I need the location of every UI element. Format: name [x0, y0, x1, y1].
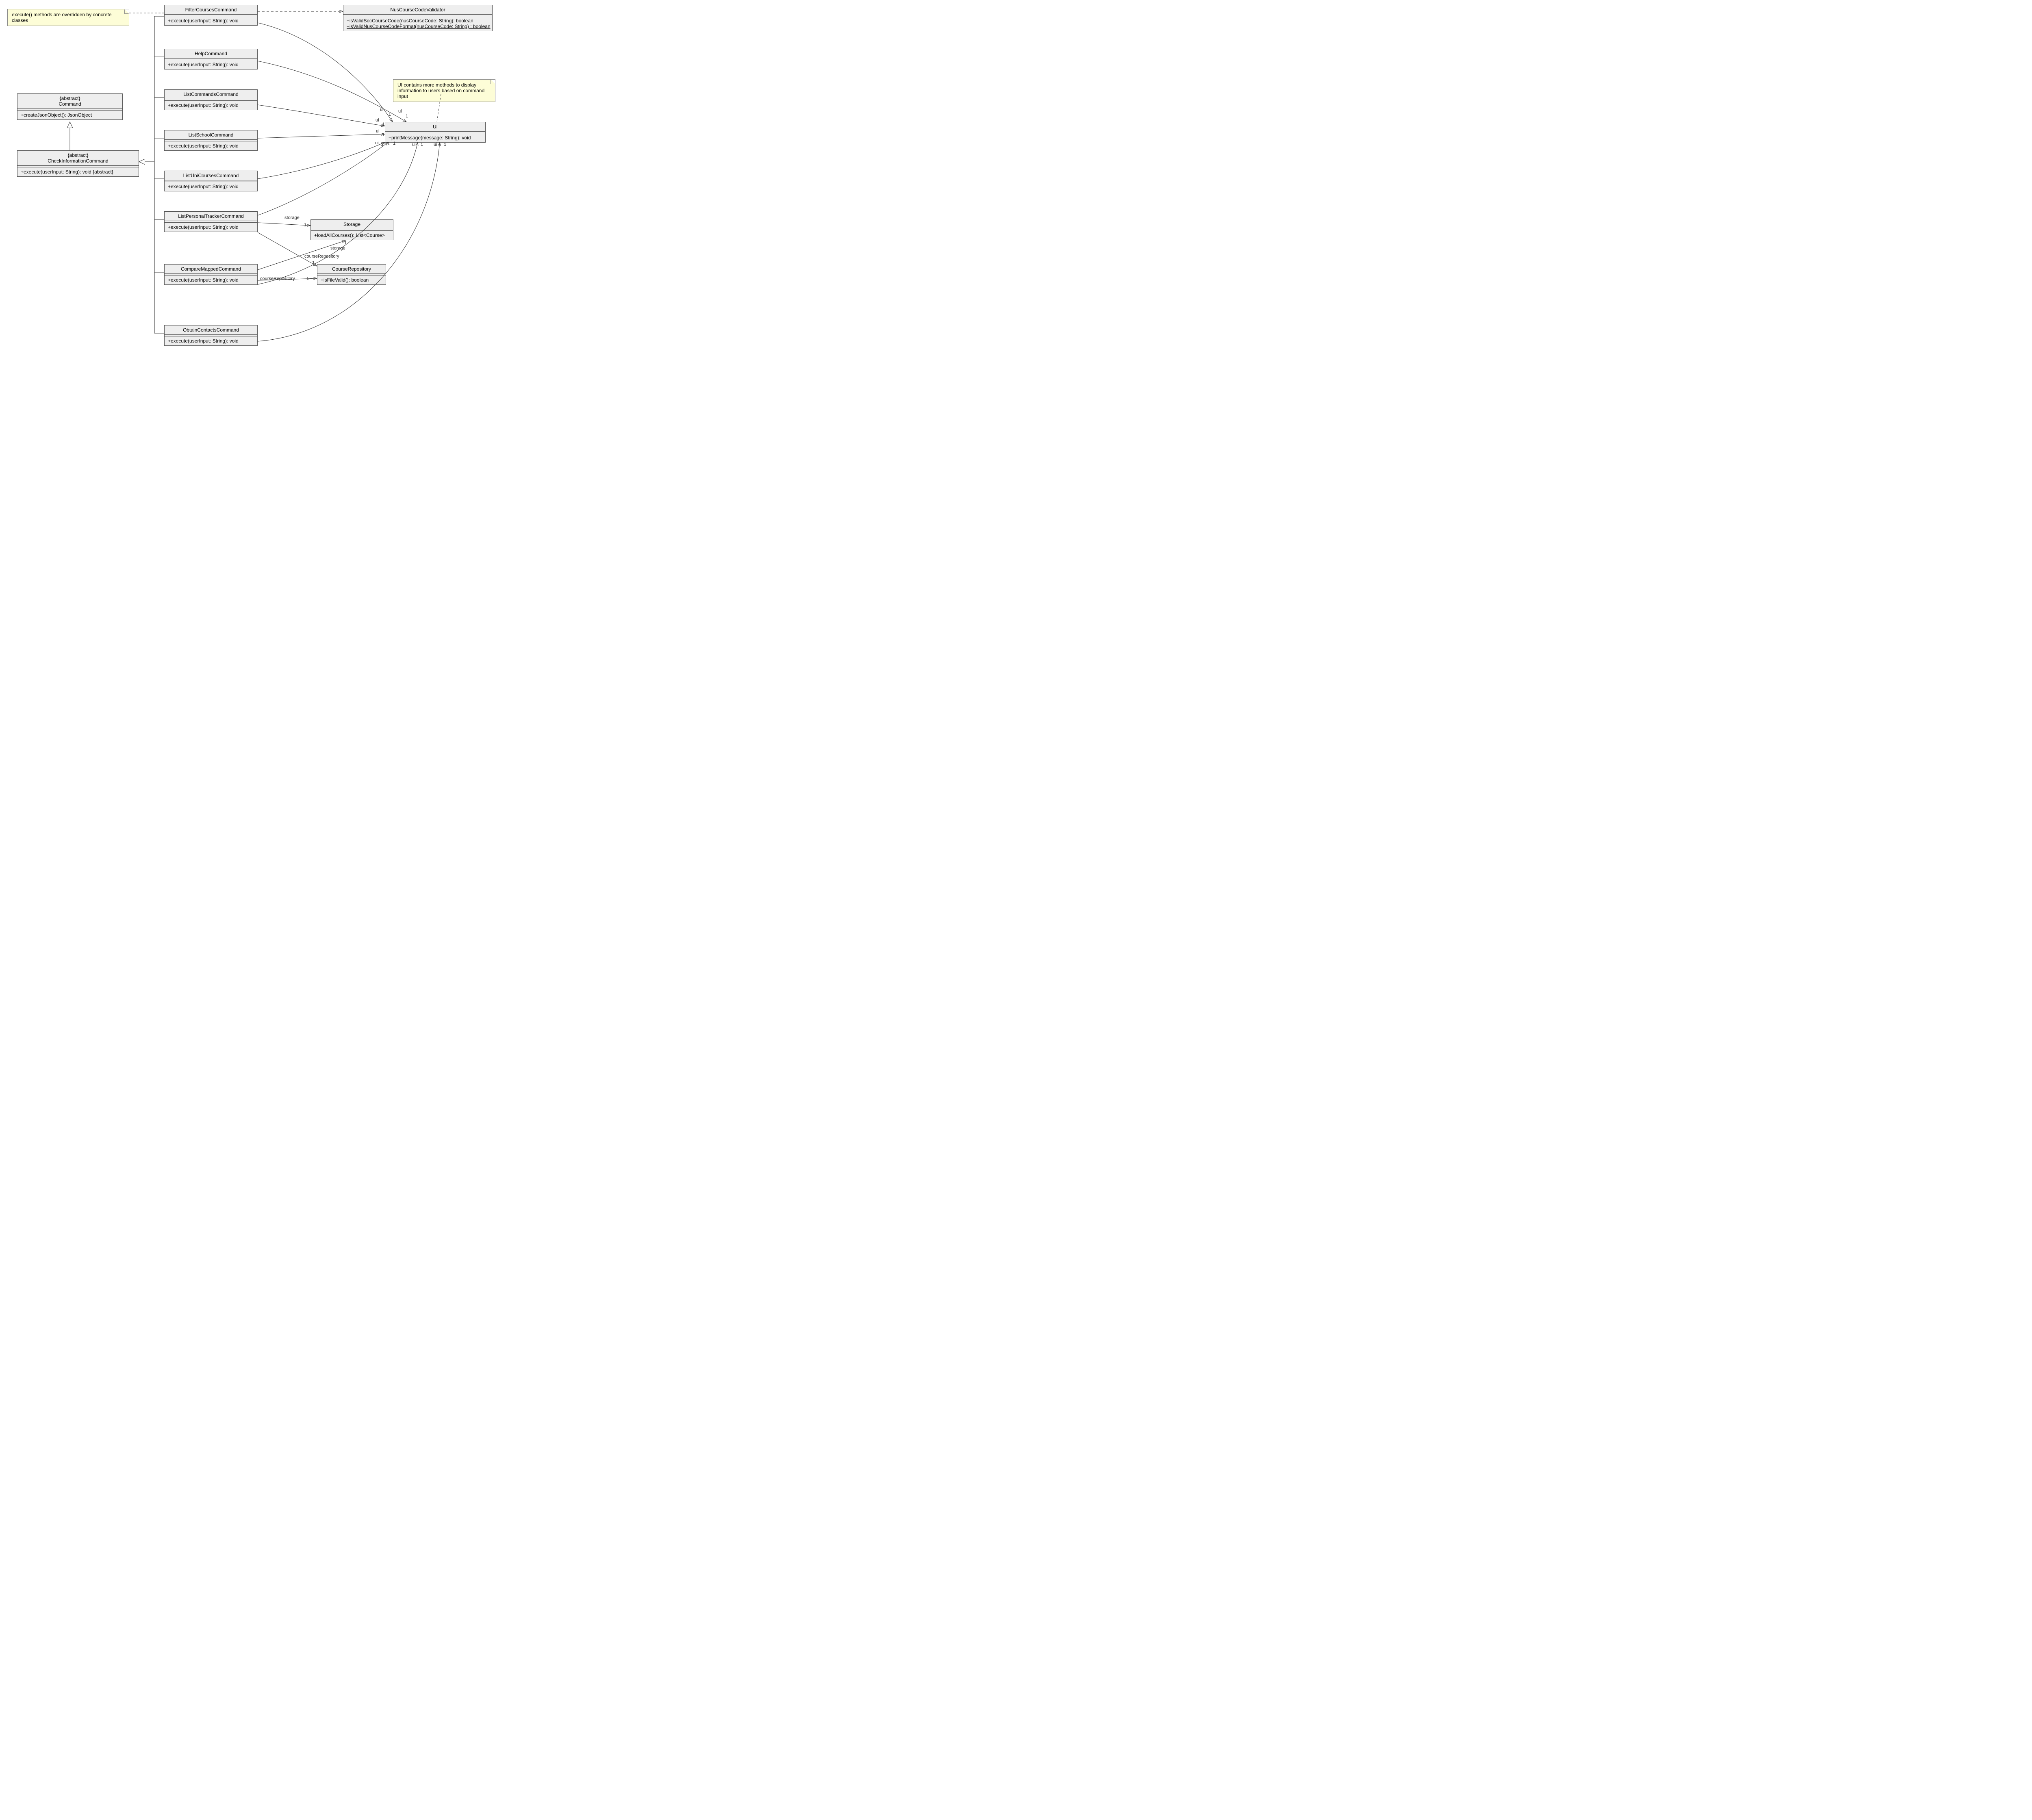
class-body: +execute(userInput: String): void — [165, 223, 257, 232]
class-name: NusCourseCodeValidator — [343, 5, 492, 15]
note-text: execute() methods are overridden by conc… — [12, 12, 111, 23]
class-name: CompareMappedCommand — [165, 265, 257, 274]
class-body: +printMessage(message: String): void — [385, 133, 485, 142]
class-title: {abstract} CheckInformationCommand — [17, 151, 139, 166]
class-name: Storage — [311, 220, 393, 229]
class-name: FilterCoursesCommand — [165, 5, 257, 15]
label-one: 1 — [304, 223, 306, 228]
label-ui: ui — [376, 129, 380, 134]
class-name: ListPersonalTrackerCommand — [165, 212, 257, 221]
label-one: 1 — [421, 142, 423, 147]
note-ui-more: UI contains more methods to display info… — [393, 79, 495, 102]
operation: +execute(userInput: String): void — [168, 338, 254, 344]
class-name: HelpCommand — [165, 49, 257, 59]
class-name: ListSchoolCommand — [165, 130, 257, 140]
label-ui: ui — [375, 141, 379, 145]
operation: +loadAllCourses(): List<Course> — [314, 232, 390, 238]
label-ui: ui — [376, 118, 379, 123]
class-list-uni-courses: ListUniCoursesCommand +execute(userInput… — [164, 171, 258, 191]
label-ui: ui — [434, 142, 437, 147]
class-nus-validator: NusCourseCodeValidator +isValidSocCourse… — [343, 5, 493, 31]
class-command: {abstract} Command +createJsonObject(): … — [17, 93, 123, 120]
operation: +execute(userInput: String): void — [168, 143, 254, 149]
class-name: CheckInformationCommand — [21, 158, 135, 164]
operation: +createJsonObject(): JsonObject — [21, 112, 119, 118]
note-text: UI contains more methods to display info… — [397, 82, 484, 99]
label-one: 1 — [382, 122, 384, 127]
class-name: ObtainContactsCommand — [165, 325, 257, 335]
operation: +execute(userInput: String): void — [168, 18, 254, 24]
label-one: 1 — [306, 276, 309, 281]
class-obtain-contacts: ObtainContactsCommand +execute(userInput… — [164, 325, 258, 346]
class-body: +execute(userInput: String): void — [165, 336, 257, 345]
class-help: HelpCommand +execute(userInput: String):… — [164, 49, 258, 69]
label-one: 1 — [381, 142, 383, 147]
class-list-commands: ListCommandsCommand +execute(userInput: … — [164, 89, 258, 110]
operation: +printMessage(message: String): void — [389, 135, 482, 141]
class-name: Command — [21, 101, 119, 107]
operation: +isValidNusCourseCodeFormat(nusCourseCod… — [347, 24, 489, 29]
label-ui: ui — [398, 109, 402, 114]
class-body: +execute(userInput: String): void — [165, 101, 257, 110]
label-one: 1 — [382, 132, 384, 137]
label-storage: storage — [284, 215, 300, 220]
operation: +isValidSocCourseCode(nusCourseCode: Str… — [347, 18, 489, 24]
label-course-repository: courseRepository — [304, 254, 339, 259]
class-body: +execute(userInput: String): void — [165, 16, 257, 25]
class-body: +isValidSocCourseCode(nusCourseCode: Str… — [343, 16, 492, 31]
label-ui: ui — [380, 107, 384, 112]
label-ui: ui — [412, 142, 416, 147]
label-one: 1 — [444, 142, 446, 147]
class-name: ListCommandsCommand — [165, 90, 257, 99]
class-body: +execute(userInput: String): void — [165, 60, 257, 69]
class-body: +execute(userInput: String): void {abstr… — [17, 167, 139, 176]
class-body: +execute(userInput: String): void — [165, 182, 257, 191]
class-body: +loadAllCourses(): List<Course> — [311, 231, 393, 240]
class-body: +isFileValid(): boolean — [317, 275, 386, 284]
stereotype: {abstract} — [21, 95, 119, 101]
class-list-school: ListSchoolCommand +execute(userInput: St… — [164, 130, 258, 151]
class-body: +createJsonObject(): JsonObject — [17, 111, 122, 119]
label-one: 1 — [387, 141, 390, 146]
class-check-info: {abstract} CheckInformationCommand +exec… — [17, 150, 139, 177]
class-name: ListUniCoursesCommand — [165, 171, 257, 180]
class-storage: Storage +loadAllCourses(): List<Course> — [310, 219, 393, 240]
operation: +execute(userInput: String): void — [168, 62, 254, 67]
class-compare-mapped: CompareMappedCommand +execute(userInput:… — [164, 264, 258, 285]
class-list-personal-tracker: ListPersonalTrackerCommand +execute(user… — [164, 211, 258, 232]
operation: +execute(userInput: String): void {abstr… — [21, 169, 135, 175]
operation: +execute(userInput: String): void — [168, 277, 254, 283]
label-one: 1 — [389, 112, 391, 117]
class-name: CourseRepository — [317, 265, 386, 274]
class-body: +execute(userInput: String): void — [165, 275, 257, 284]
label-one: 1 — [344, 241, 347, 245]
label-storage: storage — [330, 246, 345, 251]
class-ui: UI +printMessage(message: String): void — [385, 122, 486, 143]
label-course-repository: courseRepository — [260, 276, 295, 281]
operation: +execute(userInput: String): void — [168, 102, 254, 108]
operation: +isFileValid(): boolean — [321, 277, 382, 283]
class-title: {abstract} Command — [17, 94, 122, 109]
label-one: 1 — [393, 141, 395, 146]
class-body: +execute(userInput: String): void — [165, 141, 257, 150]
stereotype: {abstract} — [21, 152, 135, 158]
operation: +execute(userInput: String): void — [168, 184, 254, 189]
label-one: 1 — [406, 114, 408, 119]
class-filter-courses: FilterCoursesCommand +execute(userInput:… — [164, 5, 258, 26]
class-course-repository: CourseRepository +isFileValid(): boolean — [317, 264, 386, 285]
operation: +execute(userInput: String): void — [168, 224, 254, 230]
label-one: 1 — [312, 260, 315, 265]
note-execute-override: execute() methods are overridden by conc… — [7, 9, 129, 26]
class-name: UI — [385, 122, 485, 132]
